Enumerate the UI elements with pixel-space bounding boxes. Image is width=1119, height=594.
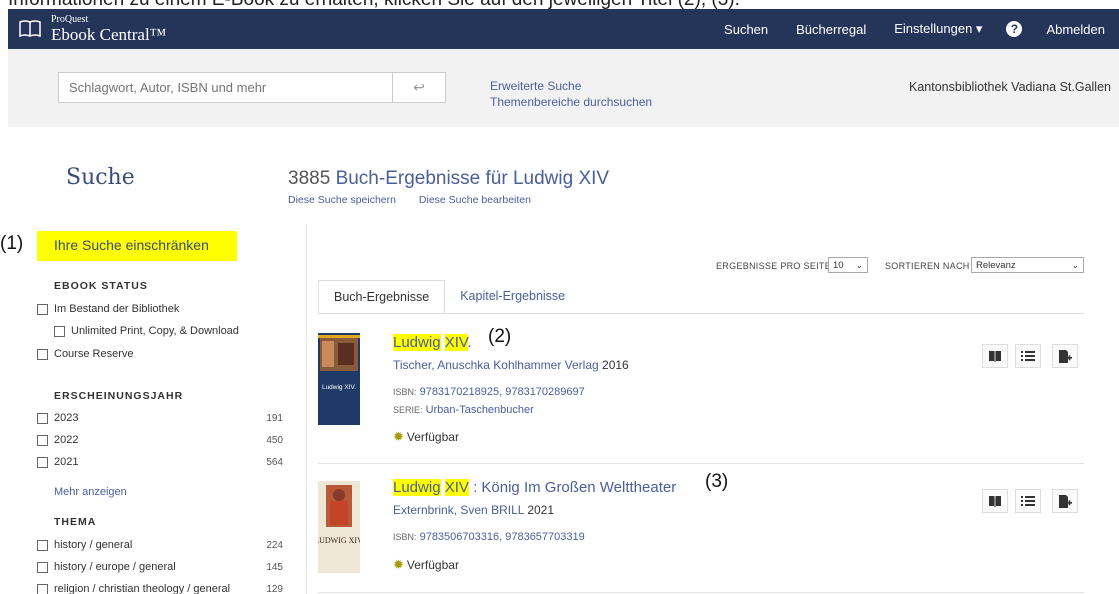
checkbox[interactable] [37, 539, 48, 551]
search-bar-area: ↩ Erweiterte Suche Themenbereiche durchs… [8, 49, 1119, 127]
ebook-central-logo[interactable]: ProQuest Ebook Central™ [19, 15, 166, 43]
read-online-button[interactable] [982, 489, 1008, 513]
cover-title: LUDWIG XIV. [318, 536, 360, 545]
annotation-3: (3) [705, 471, 729, 492]
open-book-icon [989, 496, 1001, 507]
facet-heading-ebook-status: EBOOK STATUS [54, 280, 148, 292]
search-input[interactable] [58, 72, 392, 103]
facet-item-year-2021[interactable]: 2021 564 [37, 456, 283, 468]
facet-item-topic[interactable]: history / general 224 [37, 539, 283, 551]
checkbox[interactable] [37, 456, 48, 468]
refine-search-heading: Ihre Suche einschränken [37, 231, 237, 261]
series-link[interactable]: Urban-Taschenbucher [426, 404, 534, 416]
nav-search-link[interactable]: Suchen [710, 22, 782, 37]
logo-ebook-central-text: Ebook Central™ [51, 25, 167, 44]
checkbox[interactable] [37, 561, 48, 573]
result-item: LUDWIG XIV. Ludwig XIV : König Im Großen… [318, 471, 1084, 590]
available-icon: ✹ [393, 429, 404, 444]
available-icon: ✹ [393, 557, 404, 572]
result-author-line: Externbrink, Sven BRILL 2021 [393, 503, 554, 517]
result-author-line: Tischer, Anuschka Kohlhammer Verlag 2016 [393, 358, 629, 372]
search-submit-button[interactable]: ↩ [392, 72, 446, 103]
result-item: Ludwig XIV. Ludwig XIV. (2) Tischer, Anu… [318, 326, 1084, 455]
return-arrow-icon: ↩ [413, 79, 425, 95]
open-book-icon [19, 20, 41, 38]
facet-item-in-library[interactable]: Im Bestand der Bibliothek [37, 303, 283, 315]
result-title-link[interactable]: Ludwig XIV. [393, 334, 472, 351]
add-document-icon [1059, 349, 1072, 363]
page-title: Suche [66, 165, 135, 190]
nav-settings-dropdown[interactable]: Einstellungen ▾ [880, 21, 996, 37]
per-page-label: ERGEBNISSE PRO SEITE [716, 261, 832, 271]
facet-item-course-reserve[interactable]: Course Reserve [37, 348, 283, 360]
book-cover-image[interactable]: LUDWIG XIV. [318, 481, 360, 573]
cover-title: Ludwig XIV. [322, 384, 356, 391]
checkbox[interactable] [37, 412, 48, 424]
logo-proquest-text: ProQuest [51, 14, 89, 25]
tabs-underline [318, 313, 1084, 314]
series-line: SERIE: Urban-Taschenbucher [393, 404, 534, 416]
page: Informationen zu einem E-Book zu erhalte… [0, 0, 1119, 594]
column-divider [306, 225, 307, 594]
read-online-button[interactable] [982, 344, 1008, 368]
isbn-line: ISBN: 9783170218925, 9783170289697 [393, 386, 585, 398]
sort-label: SORTIEREN NACH [885, 261, 970, 271]
checkbox[interactable] [37, 303, 48, 315]
add-to-bookshelf-button[interactable] [1052, 489, 1078, 513]
publication-year: 2016 [602, 358, 629, 372]
chevron-down-icon: ⌄ [1071, 259, 1079, 270]
save-search-link[interactable]: Diese Suche speichern [288, 194, 396, 206]
help-icon[interactable]: ? [1006, 21, 1023, 37]
facet-item-unlimited[interactable]: Unlimited Print, Copy, & Download [54, 325, 283, 337]
facet-heading-year: ERSCHEINUNGSJAHR [54, 390, 184, 402]
availability-status: ✹ Verfügbar [393, 557, 459, 572]
result-separator [318, 592, 1084, 593]
isbn-line: ISBN: 9783506703316, 9783657703319 [393, 531, 585, 543]
advanced-search-link[interactable]: Erweiterte Suche [490, 78, 652, 94]
per-page-select[interactable]: 10 ⌄ [828, 257, 868, 273]
chevron-down-icon: ⌄ [855, 259, 863, 270]
checkbox[interactable] [54, 325, 65, 337]
annotation-2: (2) [488, 326, 512, 347]
library-name: Kantonsbibliothek Vadiana St.Gallen [909, 80, 1111, 94]
result-title-link[interactable]: Ludwig XIV : König Im Großen Welttheater [393, 479, 676, 496]
checkbox[interactable] [37, 348, 48, 360]
results-heading: 3885 Buch-Ergebnisse für Ludwig XIV [288, 168, 609, 190]
results-count: 3885 [288, 168, 331, 189]
facet-item-year-2022[interactable]: 2022 450 [37, 434, 283, 446]
availability-status: ✹ Verfügbar [393, 429, 459, 444]
publication-year: 2021 [527, 503, 555, 517]
browse-subjects-link[interactable]: Themenbereiche durchsuchen [490, 94, 652, 110]
result-separator [318, 463, 1084, 464]
author-link[interactable]: Externbrink, Sven [393, 503, 488, 517]
list-icon [1021, 351, 1035, 361]
facet-item-topic[interactable]: religion / christian theology / general 1… [37, 583, 283, 594]
nav-logout-link[interactable]: Abmelden [1032, 22, 1119, 37]
checkbox[interactable] [37, 434, 48, 446]
results-heading-text: Buch-Ergebnisse für Ludwig XIV [335, 168, 610, 189]
nav-bookshelf-link[interactable]: Bücherregal [782, 22, 880, 37]
publisher-link[interactable]: Kohlhammer Verlag [493, 358, 598, 372]
publisher-link[interactable]: BRILL [491, 503, 524, 517]
show-more-link[interactable]: Mehr anzeigen [54, 486, 127, 498]
add-document-icon [1059, 494, 1072, 508]
tab-chapter-results[interactable]: Kapitel-Ergebnisse [445, 280, 580, 314]
facet-heading-topic: THEMA [54, 516, 97, 528]
facet-item-topic[interactable]: history / europe / general 145 [37, 561, 283, 573]
edit-search-link[interactable]: Diese Suche bearbeiten [419, 194, 531, 206]
list-icon [1021, 496, 1035, 506]
top-navbar: ProQuest Ebook Central™ Suchen Bücherreg… [8, 9, 1119, 49]
sort-select[interactable]: Relevanz ⌄ [971, 257, 1084, 273]
facet-item-year-2023[interactable]: 2023 191 [37, 412, 283, 424]
open-book-icon [989, 351, 1001, 362]
author-link[interactable]: Tischer, Anuschka [393, 358, 490, 372]
table-of-contents-button[interactable] [1015, 489, 1041, 513]
annotation-1: (1) [0, 233, 24, 254]
checkbox[interactable] [37, 583, 48, 594]
add-to-bookshelf-button[interactable] [1052, 344, 1078, 368]
book-cover-image[interactable]: Ludwig XIV. [318, 333, 360, 425]
tab-book-results[interactable]: Buch-Ergebnisse [318, 280, 446, 314]
results-tabs: Buch-Ergebnisse Kapitel-Ergebnisse [318, 280, 580, 314]
table-of-contents-button[interactable] [1015, 344, 1041, 368]
